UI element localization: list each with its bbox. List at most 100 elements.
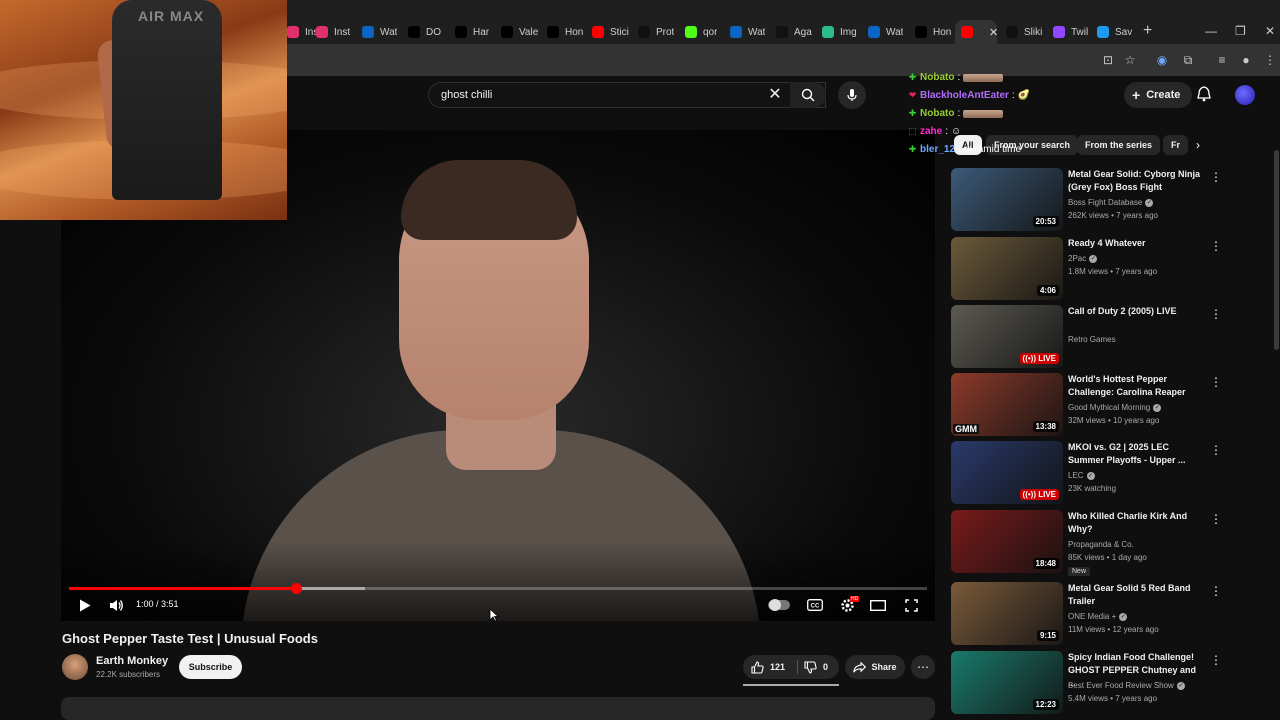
share-button[interactable]: Share: [845, 655, 905, 679]
recommended-video[interactable]: GMM 13:38 World's Hottest Pepper Challenge…: [951, 373, 1222, 437]
browser-tab[interactable]: Hon: [915, 20, 951, 44]
mute-button[interactable]: [107, 597, 125, 613]
dislike-button[interactable]: 0: [804, 655, 828, 679]
recommended-channel[interactable]: Propaganda & Co.: [1068, 540, 1134, 549]
filter-chip[interactable]: Fr: [1163, 135, 1188, 155]
more-vertical-icon[interactable]: ⋮: [1210, 512, 1222, 526]
filter-chip[interactable]: From the series: [1077, 135, 1161, 155]
more-vertical-icon[interactable]: ⋮: [1210, 443, 1222, 457]
close-window-icon[interactable]: ✕: [1265, 24, 1275, 38]
recommended-video[interactable]: 18:48 Who Killed Charlie Kirk And Why? Pro…: [951, 510, 1222, 576]
fullscreen-button[interactable]: [902, 597, 920, 613]
clear-search-icon[interactable]: ✕: [766, 86, 784, 104]
browser-tab[interactable]: Har: [455, 20, 489, 44]
browser-tab[interactable]: Wat: [362, 20, 397, 44]
recommended-video[interactable]: 12:23 Spicy Indian Food Challenge! GHOST …: [951, 651, 1222, 715]
description-box[interactable]: [61, 697, 935, 720]
channel-name[interactable]: Earth Monkey: [96, 655, 168, 667]
more-vertical-icon[interactable]: ⋮: [1210, 584, 1222, 598]
recommended-title[interactable]: Who Killed Charlie Kirk And Why?: [1068, 510, 1206, 536]
more-actions-button[interactable]: ⋯: [911, 655, 935, 679]
browser-tab[interactable]: Vale: [501, 20, 538, 44]
chat-message: ✚ Nobato:: [908, 108, 1004, 119]
bookmark-star-icon[interactable]: ☆: [1122, 52, 1138, 68]
profile-icon[interactable]: ●: [1238, 52, 1254, 68]
recommended-video[interactable]: 4:06 Ready 4 Whatever 2Pac ✓ 1.8M views • 7 …: [951, 237, 1222, 301]
captions-button[interactable]: CC: [806, 597, 824, 613]
browser-tab[interactable]: Stici: [592, 20, 629, 44]
theater-mode-button[interactable]: [869, 597, 887, 613]
recommended-video[interactable]: 9:15 Metal Gear Solid 5 Red Band Trailer O…: [951, 582, 1222, 646]
recommended-title[interactable]: Metal Gear Solid 5 Red Band Trailer: [1068, 582, 1206, 608]
play-button[interactable]: [77, 597, 93, 613]
video-thumbnail[interactable]: GMM 13:38: [951, 373, 1063, 436]
recommended-channel[interactable]: ONE Media + ✓: [1068, 612, 1128, 621]
browser-tab[interactable]: Aga: [776, 20, 812, 44]
browser-tab[interactable]: Img: [822, 20, 857, 44]
browser-tab[interactable]: Twil: [1053, 20, 1088, 44]
account-avatar[interactable]: [1235, 85, 1255, 105]
recommended-video[interactable]: ((•)) LIVE MKOI vs. G2 | 2025 LEC Summer …: [951, 441, 1222, 505]
channel-avatar[interactable]: [62, 654, 88, 680]
video-title: Ghost Pepper Taste Test | Unusual Foods: [62, 631, 318, 646]
browser-tab[interactable]: Sav: [1097, 20, 1132, 44]
restore-icon[interactable]: ❐: [1235, 24, 1246, 38]
install-icon[interactable]: ⊡: [1100, 52, 1116, 68]
browser-tab[interactable]: DO: [408, 20, 441, 44]
browser-tab[interactable]: Inst: [316, 20, 350, 44]
recommended-channel[interactable]: Boss Fight Database ✓: [1068, 198, 1154, 207]
video-thumbnail[interactable]: 4:06: [951, 237, 1063, 300]
browser-tab[interactable]: Wat: [868, 20, 903, 44]
reading-list-icon[interactable]: ≡: [1214, 52, 1230, 68]
browser-tab[interactable]: qor: [685, 20, 717, 44]
new-tab-button[interactable]: +: [1143, 22, 1152, 40]
notifications-button[interactable]: [1197, 86, 1211, 107]
recommended-title[interactable]: Call of Duty 2 (2005) LIVE: [1068, 305, 1206, 318]
minimize-icon[interactable]: —: [1205, 24, 1217, 38]
more-vertical-icon[interactable]: ⋮: [1210, 375, 1222, 389]
search-button[interactable]: [790, 82, 826, 108]
extensions-icon[interactable]: ⧉: [1180, 52, 1196, 68]
recommended-video[interactable]: 20:53 Metal Gear Solid: Cyborg Ninja (Gre…: [951, 168, 1222, 232]
recommended-title[interactable]: Ready 4 Whatever: [1068, 237, 1206, 250]
chat-username: Nobato: [920, 108, 955, 119]
recommended-title[interactable]: MKOI vs. G2 | 2025 LEC Summer Playoffs -…: [1068, 441, 1206, 467]
recommended-channel[interactable]: 2Pac ✓: [1068, 254, 1098, 263]
chevron-right-icon[interactable]: ›: [1196, 138, 1200, 152]
browser-menu-icon[interactable]: ⋮: [1262, 52, 1278, 68]
browser-tab-label: DO: [426, 26, 441, 38]
recommended-title[interactable]: World's Hottest Pepper Challenge: Caroli…: [1068, 373, 1206, 399]
close-tab-icon[interactable]: ✕: [989, 26, 997, 39]
verified-check-icon: ✓: [1119, 612, 1128, 621]
video-thumbnail[interactable]: 12:23: [951, 651, 1063, 714]
recommended-title[interactable]: Metal Gear Solid: Cyborg Ninja (Grey Fox…: [1068, 168, 1206, 194]
browser-tab[interactable]: Prot: [638, 20, 674, 44]
video-thumbnail[interactable]: ((•)) LIVE: [951, 441, 1063, 504]
recommended-channel[interactable]: Best Ever Food Review Show ✓: [1068, 681, 1185, 690]
recommended-meta: 23K watching: [1068, 484, 1117, 493]
extension-sound-icon[interactable]: ◉: [1154, 52, 1170, 68]
create-button[interactable]: + Create: [1124, 82, 1193, 108]
recommended-video[interactable]: ((•)) LIVE Call of Duty 2 (2005) LIVE Retr…: [951, 305, 1222, 369]
video-thumbnail[interactable]: ((•)) LIVE: [951, 305, 1063, 368]
voice-search-button[interactable]: [838, 81, 866, 109]
more-vertical-icon[interactable]: ⋮: [1210, 307, 1222, 321]
video-thumbnail[interactable]: 18:48: [951, 510, 1063, 573]
browser-tab[interactable]: Sliki: [1006, 20, 1042, 44]
x-icon: [501, 26, 513, 38]
video-thumbnail[interactable]: 9:15: [951, 582, 1063, 645]
browser-tab[interactable]: ✕: [955, 20, 997, 44]
autoplay-toggle[interactable]: [768, 599, 790, 611]
like-button[interactable]: 121: [751, 655, 785, 679]
subscribe-button[interactable]: Subscribe: [179, 655, 242, 679]
browser-tab[interactable]: Hon: [547, 20, 583, 44]
recommended-channel[interactable]: Retro Games: [1068, 335, 1116, 344]
browser-tab[interactable]: Wat: [730, 20, 765, 44]
more-vertical-icon[interactable]: ⋮: [1210, 170, 1222, 184]
more-vertical-icon[interactable]: ⋮: [1210, 653, 1222, 667]
page-scrollbar[interactable]: [1274, 150, 1279, 350]
video-thumbnail[interactable]: 20:53: [951, 168, 1063, 231]
more-vertical-icon[interactable]: ⋮: [1210, 239, 1222, 253]
recommended-channel[interactable]: Good Mythical Morning ✓: [1068, 403, 1162, 412]
recommended-channel[interactable]: LEC ✓: [1068, 471, 1095, 480]
